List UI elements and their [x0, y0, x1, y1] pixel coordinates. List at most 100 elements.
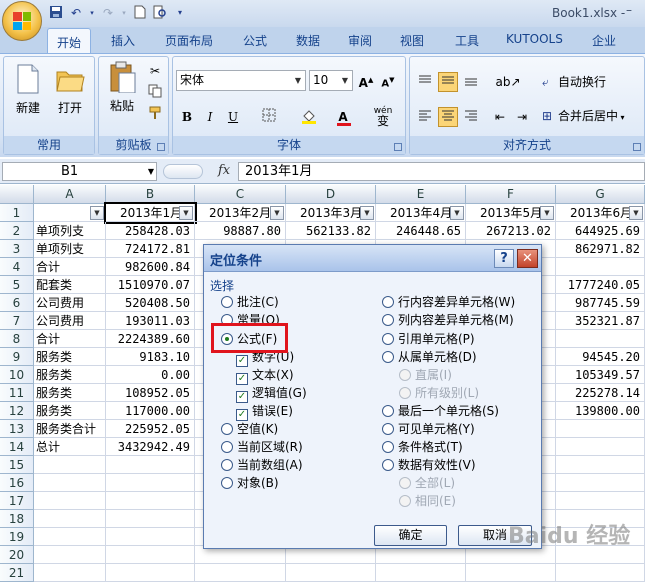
column-header[interactable]: B — [106, 185, 195, 204]
tab-home[interactable]: 开始 — [47, 28, 92, 54]
preview-icon[interactable] — [152, 5, 168, 21]
row-header[interactable]: 10 — [0, 366, 34, 384]
grow-font-icon[interactable]: A▲ — [356, 70, 376, 90]
cell[interactable]: 2013年5月 ▼ — [466, 204, 556, 222]
cell[interactable]: 服务类 — [34, 384, 106, 402]
cell[interactable] — [34, 564, 106, 582]
undo-dropdown-icon[interactable]: ▾ — [88, 5, 96, 21]
cell[interactable] — [106, 456, 195, 474]
row-header[interactable]: 15 — [0, 456, 34, 474]
radio-option[interactable]: 最后一个单元格(S) — [382, 403, 499, 419]
chevron-down-icon[interactable]: ▼ — [291, 71, 305, 90]
row-header[interactable]: 17 — [0, 492, 34, 510]
merge-center-button[interactable]: ⊞ 合并后居中 ▾ — [542, 107, 625, 125]
cell[interactable] — [106, 528, 195, 546]
radio-icon[interactable] — [221, 423, 233, 435]
underline-icon[interactable]: U — [223, 107, 243, 127]
row-header[interactable]: 5 — [0, 276, 34, 294]
radio-icon[interactable] — [382, 351, 394, 363]
borders-icon[interactable] — [259, 107, 279, 127]
row-header[interactable]: 1 — [0, 204, 34, 222]
row-header[interactable]: 16 — [0, 474, 34, 492]
font-name-combo[interactable]: 宋体 ▼ — [176, 70, 306, 91]
radio-option[interactable]: 行内容差异单元格(W) — [382, 294, 515, 310]
cell[interactable] — [34, 528, 106, 546]
cell[interactable]: 合计 — [34, 258, 106, 276]
tab-insert[interactable]: 插入 — [111, 32, 135, 49]
filter-dropdown-icon[interactable]: ▼ — [90, 206, 104, 220]
column-header[interactable]: E — [376, 185, 466, 204]
cell[interactable] — [106, 564, 195, 582]
radio-icon[interactable] — [382, 314, 394, 326]
radio-option[interactable]: 数据有效性(V) — [382, 457, 476, 473]
cell[interactable]: 139800.00 — [556, 402, 645, 420]
tab-data[interactable]: 数据 — [296, 32, 320, 49]
alignment-launcher-icon[interactable] — [633, 143, 641, 151]
radio-icon[interactable] — [382, 405, 394, 417]
formula-bar-splitter[interactable] — [163, 164, 203, 179]
wrap-text-button[interactable]: ⤶ 自动换行 — [542, 73, 606, 91]
cut-icon[interactable]: ✂ — [145, 61, 165, 81]
radio-icon[interactable] — [382, 423, 394, 435]
row-header[interactable]: 7 — [0, 312, 34, 330]
column-header[interactable]: A — [34, 185, 106, 204]
checkbox-icon[interactable]: ✓ — [236, 355, 248, 367]
cell[interactable] — [34, 510, 106, 528]
decrease-indent-icon[interactable]: ⇤ — [490, 107, 510, 127]
align-center-icon[interactable] — [438, 107, 458, 127]
row-header[interactable]: 11 — [0, 384, 34, 402]
cell[interactable]: 520408.50 — [106, 294, 195, 312]
tab-view[interactable]: 视图 — [400, 32, 424, 49]
format-painter-icon[interactable] — [145, 105, 165, 125]
row-header[interactable]: 20 — [0, 546, 34, 564]
column-header[interactable]: D — [286, 185, 376, 204]
cell[interactable] — [106, 492, 195, 510]
cell[interactable]: 562133.82 — [286, 222, 376, 240]
radio-option[interactable]: 引用单元格(P) — [382, 331, 475, 347]
save-icon[interactable] — [48, 5, 64, 21]
cell[interactable] — [556, 438, 645, 456]
tab-kutools[interactable]: KUTOOLS — [506, 32, 563, 46]
cell[interactable] — [466, 564, 556, 582]
minimize-icon[interactable]: – — [626, 4, 640, 18]
fill-color-icon[interactable] — [299, 107, 319, 127]
align-left-icon[interactable] — [415, 107, 435, 127]
cell[interactable]: 0.00 — [106, 366, 195, 384]
ok-button[interactable]: 确定 — [374, 525, 447, 546]
row-header[interactable]: 3 — [0, 240, 34, 258]
checkbox-option[interactable]: ✓ 逻辑值(G) — [236, 385, 307, 403]
cell[interactable]: 1777240.05 — [556, 276, 645, 294]
tab-page-layout[interactable]: 页面布局 — [165, 32, 213, 49]
row-header[interactable]: 21 — [0, 564, 34, 582]
checkbox-icon[interactable]: ✓ — [236, 409, 248, 421]
radio-option[interactable]: 条件格式(T) — [382, 439, 463, 455]
increase-indent-icon[interactable]: ⇥ — [512, 107, 532, 127]
row-header[interactable]: 2 — [0, 222, 34, 240]
cell[interactable]: 2013年4月 ▼ — [376, 204, 466, 222]
cell[interactable]: 配套类 — [34, 276, 106, 294]
cell[interactable] — [376, 564, 466, 582]
cell[interactable] — [556, 474, 645, 492]
row-header[interactable]: 13 — [0, 420, 34, 438]
cell[interactable] — [34, 492, 106, 510]
cell[interactable]: 246448.65 — [376, 222, 466, 240]
column-header[interactable]: F — [466, 185, 556, 204]
cell[interactable]: 352321.87 — [556, 312, 645, 330]
cell[interactable]: 105349.57 — [556, 366, 645, 384]
office-button[interactable] — [2, 1, 42, 41]
checkbox-icon[interactable]: ✓ — [236, 373, 248, 385]
radio-icon[interactable] — [382, 459, 394, 471]
customize-icon[interactable]: ▾ — [172, 5, 188, 21]
new-icon[interactable] — [132, 5, 148, 21]
bold-icon[interactable]: B — [177, 107, 197, 127]
cell[interactable]: 3432942.49 — [106, 438, 195, 456]
cell[interactable] — [34, 456, 106, 474]
cell[interactable]: 9183.10 — [106, 348, 195, 366]
cell[interactable]: 单项列支 — [34, 240, 106, 258]
fx-icon[interactable]: fx — [218, 163, 230, 178]
filter-dropdown-icon[interactable]: ▼ — [450, 206, 464, 220]
cell[interactable] — [556, 492, 645, 510]
cell[interactable] — [286, 564, 376, 582]
radio-icon[interactable] — [382, 333, 394, 345]
cell[interactable]: 公司费用 — [34, 294, 106, 312]
